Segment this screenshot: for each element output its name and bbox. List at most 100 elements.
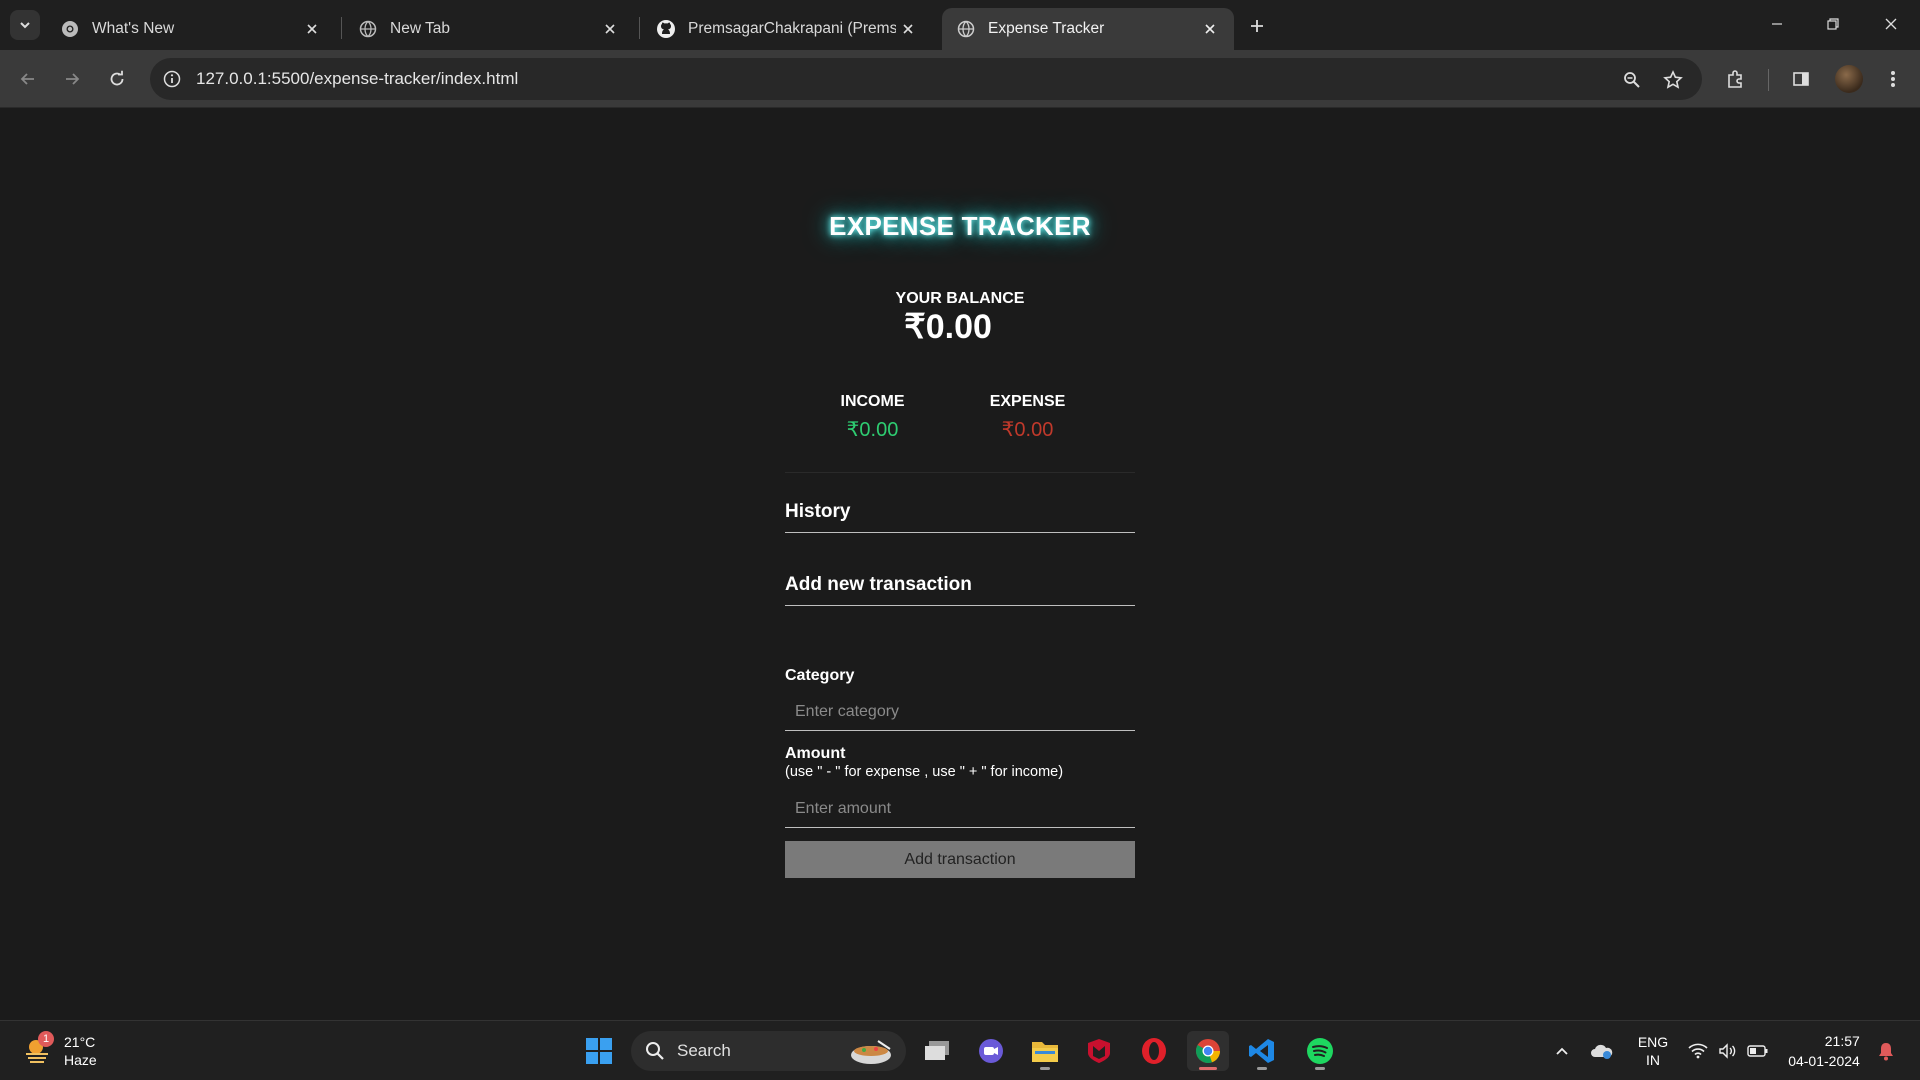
github-icon	[656, 19, 676, 39]
close-icon[interactable]	[1198, 17, 1222, 41]
arrow-right-icon	[66, 73, 80, 85]
restore-icon	[1827, 18, 1839, 30]
extensions-icon[interactable]	[1719, 63, 1751, 95]
balance-label: YOUR BALANCE	[895, 290, 1025, 307]
task-view-icon	[925, 1041, 949, 1060]
chrome-app[interactable]	[1187, 1031, 1229, 1071]
battery-icon	[1747, 1045, 1768, 1057]
mcafee-shield-icon	[1088, 1039, 1110, 1063]
zoom-icon[interactable]	[1619, 67, 1645, 93]
windows-icon	[586, 1038, 612, 1064]
weather-widget[interactable]: 1 21°C Haze	[22, 1031, 97, 1069]
add-transaction-button[interactable]: Add transaction	[785, 841, 1135, 878]
back-button[interactable]	[10, 61, 46, 97]
volume-tray[interactable]	[1714, 1021, 1742, 1080]
opera-app[interactable]	[1133, 1031, 1175, 1071]
tab-whats-new[interactable]: What's New	[46, 8, 336, 50]
tab-search-button[interactable]	[10, 10, 40, 40]
url-text: 127.0.0.1:5500/expense-tracker/index.htm…	[196, 69, 519, 88]
clock-time: 21:57	[1824, 1033, 1860, 1049]
language-indicator[interactable]: ENG IN	[1628, 1021, 1678, 1080]
mcafee-app[interactable]	[1078, 1031, 1120, 1071]
tab-title: What's New	[92, 20, 175, 37]
spotify-app[interactable]	[1299, 1031, 1341, 1071]
restore-button[interactable]	[1810, 8, 1856, 40]
wifi-tray[interactable]	[1684, 1021, 1712, 1080]
expense-block: EXPENSE ₹0.00	[940, 373, 1115, 442]
tab-github[interactable]: PremsagarChakrapani (Premsag	[642, 8, 932, 50]
minimize-button[interactable]	[1754, 8, 1800, 40]
notifications-button[interactable]	[1872, 1021, 1900, 1080]
cloud-icon	[1591, 1044, 1613, 1059]
tab-separator	[639, 17, 640, 39]
add-transaction-heading: Add new transaction	[785, 574, 1135, 606]
taskbar-search[interactable]: Search	[631, 1031, 906, 1071]
weather-badge: 1	[38, 1031, 54, 1047]
folder-icon	[1032, 1042, 1058, 1062]
weather-temp: 21°C	[64, 1034, 96, 1050]
reload-icon	[110, 70, 124, 86]
running-indicator	[1040, 1067, 1050, 1070]
tab-title: PremsagarChakrapani (Premsag	[688, 20, 896, 37]
category-label: Category	[785, 667, 855, 684]
tab-expense-tracker[interactable]: Expense Tracker	[942, 8, 1234, 50]
search-label: Search	[677, 1041, 731, 1060]
profile-avatar[interactable]	[1835, 65, 1863, 93]
vscode-icon	[1249, 1039, 1274, 1063]
history-heading: History	[785, 501, 1135, 533]
haze-icon: 1	[22, 1031, 54, 1067]
expense-value: ₹0.00	[1001, 419, 1054, 441]
chevron-up-icon	[1556, 1047, 1568, 1055]
close-icon[interactable]	[896, 17, 920, 41]
spotify-icon	[1307, 1038, 1333, 1064]
site-info-icon[interactable]	[160, 67, 184, 91]
file-explorer-app[interactable]	[1024, 1031, 1066, 1071]
income-expense-panel: INCOME ₹0.00 EXPENSE ₹0.00	[785, 373, 1135, 473]
language-code: ENG	[1637, 1034, 1669, 1050]
chrome-icon	[1195, 1039, 1220, 1064]
search-icon	[646, 1042, 664, 1060]
balance-value: ₹0.00	[904, 308, 992, 346]
windows-taskbar: 1 21°C Haze Search ENG IN 21:57 04-01-20…	[0, 1020, 1920, 1080]
amount-input[interactable]	[785, 791, 1135, 828]
toolbar-divider	[1768, 69, 1769, 91]
close-window-button[interactable]	[1868, 8, 1914, 40]
task-view-button[interactable]	[916, 1031, 958, 1071]
teams-chat-app[interactable]	[970, 1031, 1012, 1071]
income-value: ₹0.00	[846, 419, 899, 441]
side-panel-icon[interactable]	[1785, 63, 1817, 95]
new-tab-button[interactable]	[1243, 12, 1271, 40]
battery-tray[interactable]	[1744, 1021, 1772, 1080]
plus-icon	[1251, 20, 1263, 32]
opera-icon	[1142, 1038, 1166, 1064]
chrome-icon	[60, 19, 80, 39]
wifi-icon	[1688, 1043, 1708, 1059]
vscode-app[interactable]	[1241, 1031, 1283, 1071]
address-bar[interactable]: 127.0.0.1:5500/expense-tracker/index.htm…	[150, 58, 1702, 100]
start-button[interactable]	[578, 1031, 620, 1071]
more-menu-icon[interactable]	[1877, 63, 1909, 95]
clock[interactable]: 21:57 04-01-2024	[1782, 1021, 1866, 1080]
close-icon	[1885, 18, 1897, 30]
app-title: EXPENSE TRACKER	[829, 211, 1091, 241]
minimize-icon	[1772, 23, 1782, 25]
onedrive-tray[interactable]	[1588, 1021, 1616, 1080]
star-icon[interactable]	[1660, 67, 1686, 93]
income-block: INCOME ₹0.00	[785, 373, 960, 442]
show-hidden-icons-button[interactable]	[1550, 1021, 1574, 1080]
arrow-left-icon	[20, 73, 34, 85]
active-indicator	[1199, 1067, 1217, 1070]
speaker-icon	[1719, 1043, 1736, 1059]
close-icon[interactable]	[598, 17, 622, 41]
tab-new-tab[interactable]: New Tab	[344, 8, 634, 50]
category-input[interactable]	[785, 694, 1135, 731]
chevron-down-icon	[20, 22, 30, 29]
close-icon[interactable]	[300, 17, 324, 41]
clock-date: 04-01-2024	[1788, 1053, 1860, 1069]
running-indicator	[1257, 1067, 1267, 1070]
food-bowl-icon	[851, 1040, 891, 1064]
globe-icon	[956, 19, 976, 39]
forward-button[interactable]	[54, 61, 90, 97]
language-region: IN	[1646, 1052, 1660, 1068]
reload-button[interactable]	[99, 61, 135, 97]
